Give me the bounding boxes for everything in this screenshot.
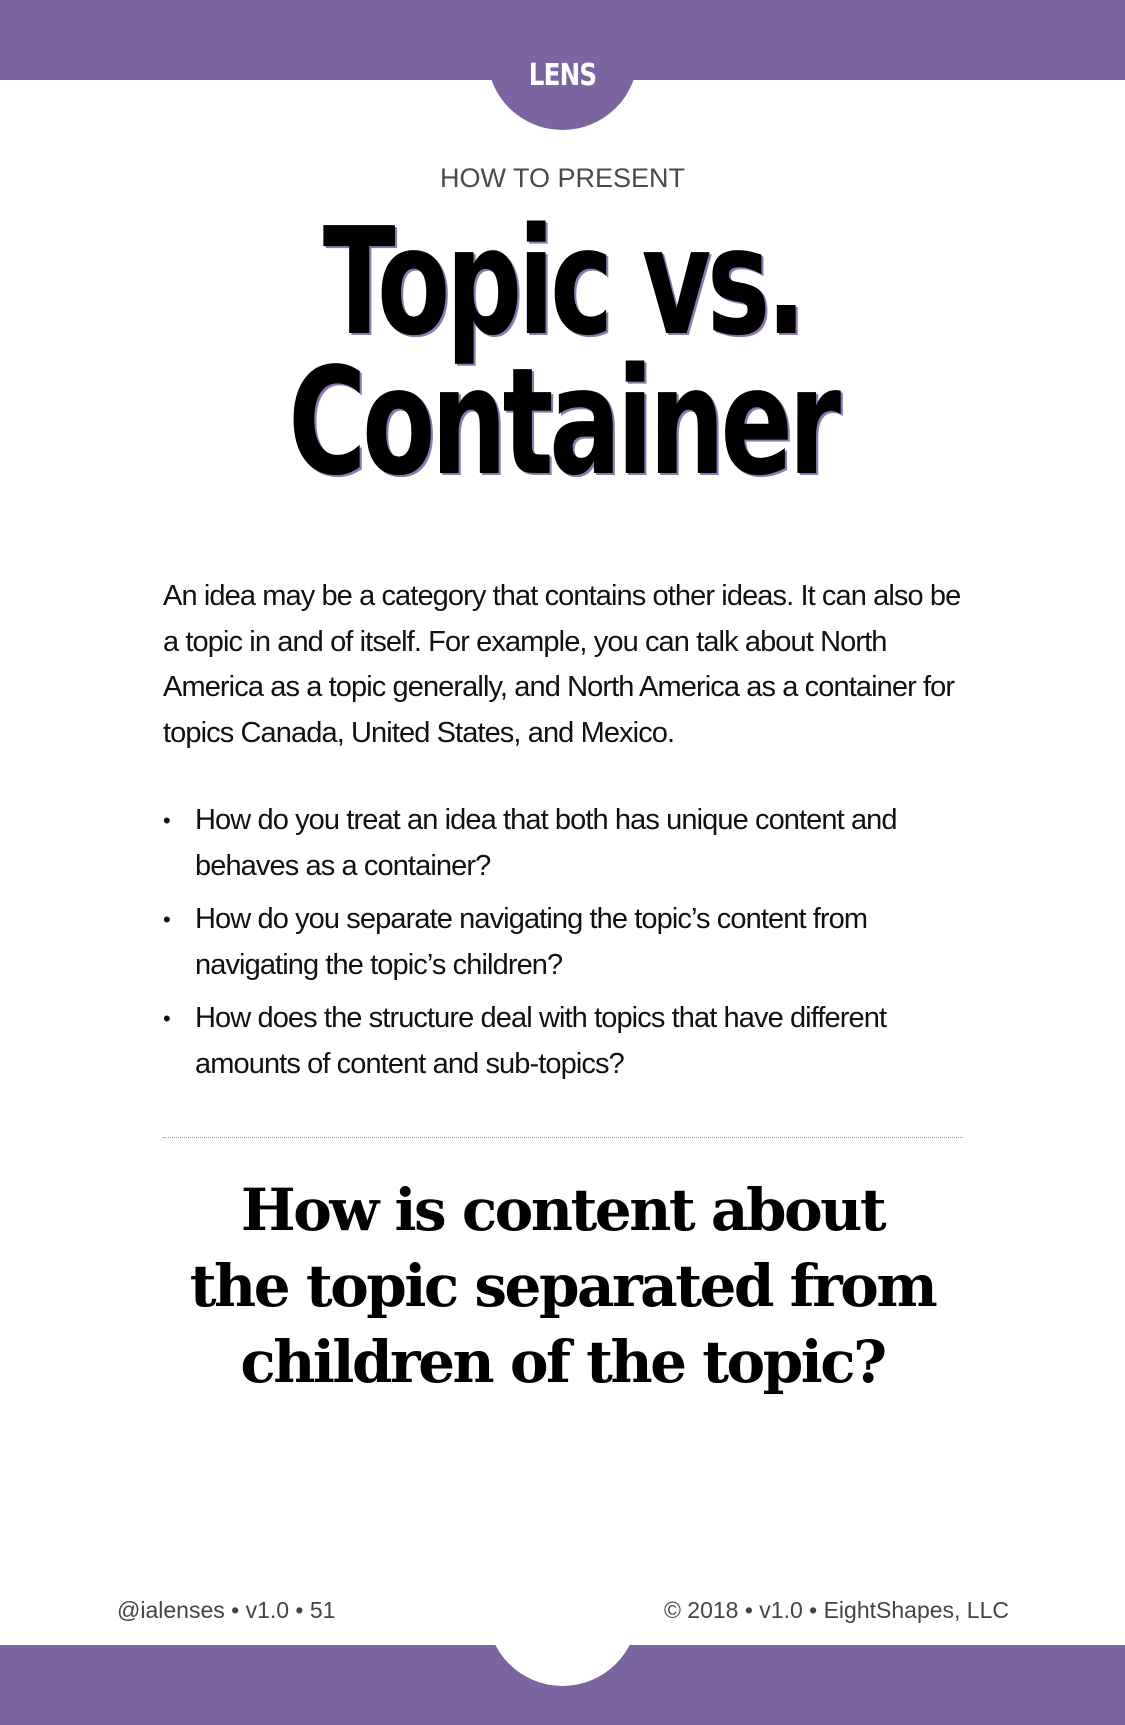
bullet-icon: • — [163, 1006, 171, 1031]
card-title-line-2: Container — [288, 336, 841, 508]
key-question: How is content about the topic separated… — [0, 1172, 1125, 1400]
lens-label: LENS — [528, 58, 597, 93]
footer-handle-page: @ialenses • v1.0 • 51 — [117, 1597, 336, 1623]
key-question-line-2: the topic separated from — [189, 1252, 938, 1320]
bullet-icon: • — [163, 907, 171, 932]
question-list: • How do you treat an idea that both has… — [163, 798, 973, 1095]
intro-paragraph: An idea may be a category that contains … — [163, 580, 961, 749]
card-title-line-1: Topic vs. — [322, 196, 807, 368]
bullet-icon: • — [163, 808, 171, 833]
card-title: Topic vs. Container — [0, 196, 1125, 508]
key-question-line-1: How is content about — [240, 1176, 887, 1244]
list-item-text: How do you treat an idea that both has u… — [195, 804, 898, 882]
list-item: • How do you treat an idea that both has… — [163, 798, 973, 889]
footer-copyright: © 2018 • v1.0 • EightShapes, LLC — [663, 1597, 1009, 1623]
list-item: • How do you separate navigating the top… — [163, 897, 973, 988]
list-item-text: How do you separate navigating the topic… — [195, 903, 868, 981]
key-question-line-3: children of the topic? — [240, 1328, 887, 1396]
eyebrow-label: HOW TO PRESENT — [439, 163, 686, 193]
dotted-divider — [163, 1137, 963, 1138]
list-item-text: How does the structure deal with topics … — [195, 1002, 887, 1080]
list-item: • How does the structure deal with topic… — [163, 996, 973, 1087]
